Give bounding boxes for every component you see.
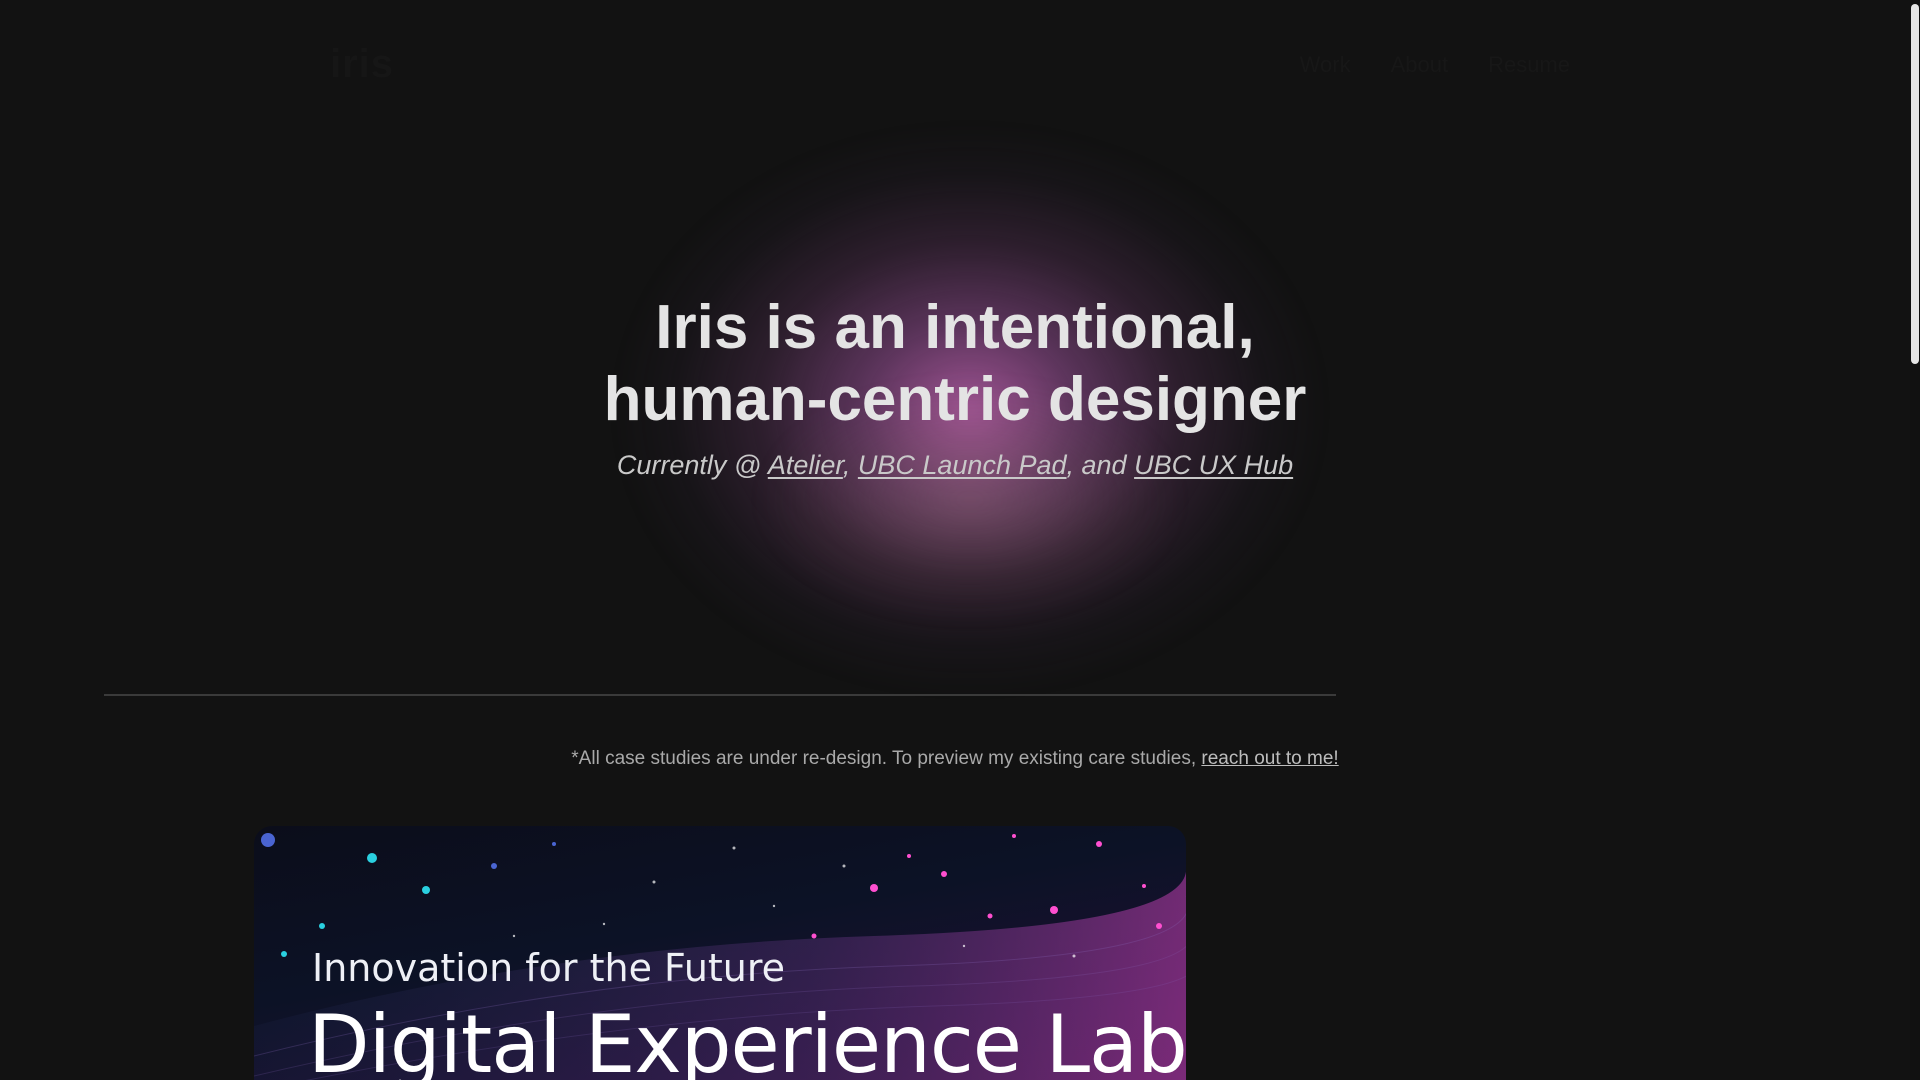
- ubc-launch-pad-link[interactable]: UBC Launch Pad: [858, 450, 1067, 480]
- case-study-eyebrow: Innovation for the Future: [312, 946, 786, 990]
- hero-title-line-2: human-centric designer: [603, 365, 1307, 434]
- section-divider: [104, 694, 1336, 696]
- scrollbar-track[interactable]: [1910, 0, 1920, 1080]
- hero-subtitle: Currently @ Atelier, UBC Launch Pad, and…: [0, 450, 1910, 481]
- case-study-notice: *All case studies are under re-design. T…: [0, 748, 1910, 770]
- portfolio-page: iris Work About Resume Iris is an intent…: [0, 0, 1920, 1080]
- subtitle-prefix: Currently @: [616, 450, 768, 480]
- scrollbar-thumb[interactable]: [1911, 4, 1919, 364]
- hero-title-line-1: Iris is an intentional,: [655, 293, 1255, 362]
- atelier-link[interactable]: Atelier: [768, 450, 843, 480]
- notice-text: *All case studies are under re-design. T…: [571, 748, 1202, 769]
- subtitle-separator: ,: [842, 450, 858, 480]
- contact-link[interactable]: reach out to me!: [1201, 748, 1338, 769]
- hero-section: Iris is an intentional, human-centric des…: [0, 0, 1910, 700]
- hero-title: Iris is an intentional, human-centric des…: [0, 292, 1910, 436]
- case-study-card[interactable]: Innovation for the Future Digital Experi…: [254, 826, 1186, 1080]
- ubc-ux-hub-link[interactable]: UBC UX Hub: [1134, 450, 1293, 480]
- subtitle-separator-and: , and: [1066, 450, 1135, 480]
- case-study-title: Digital Experience Lab: [308, 998, 1186, 1080]
